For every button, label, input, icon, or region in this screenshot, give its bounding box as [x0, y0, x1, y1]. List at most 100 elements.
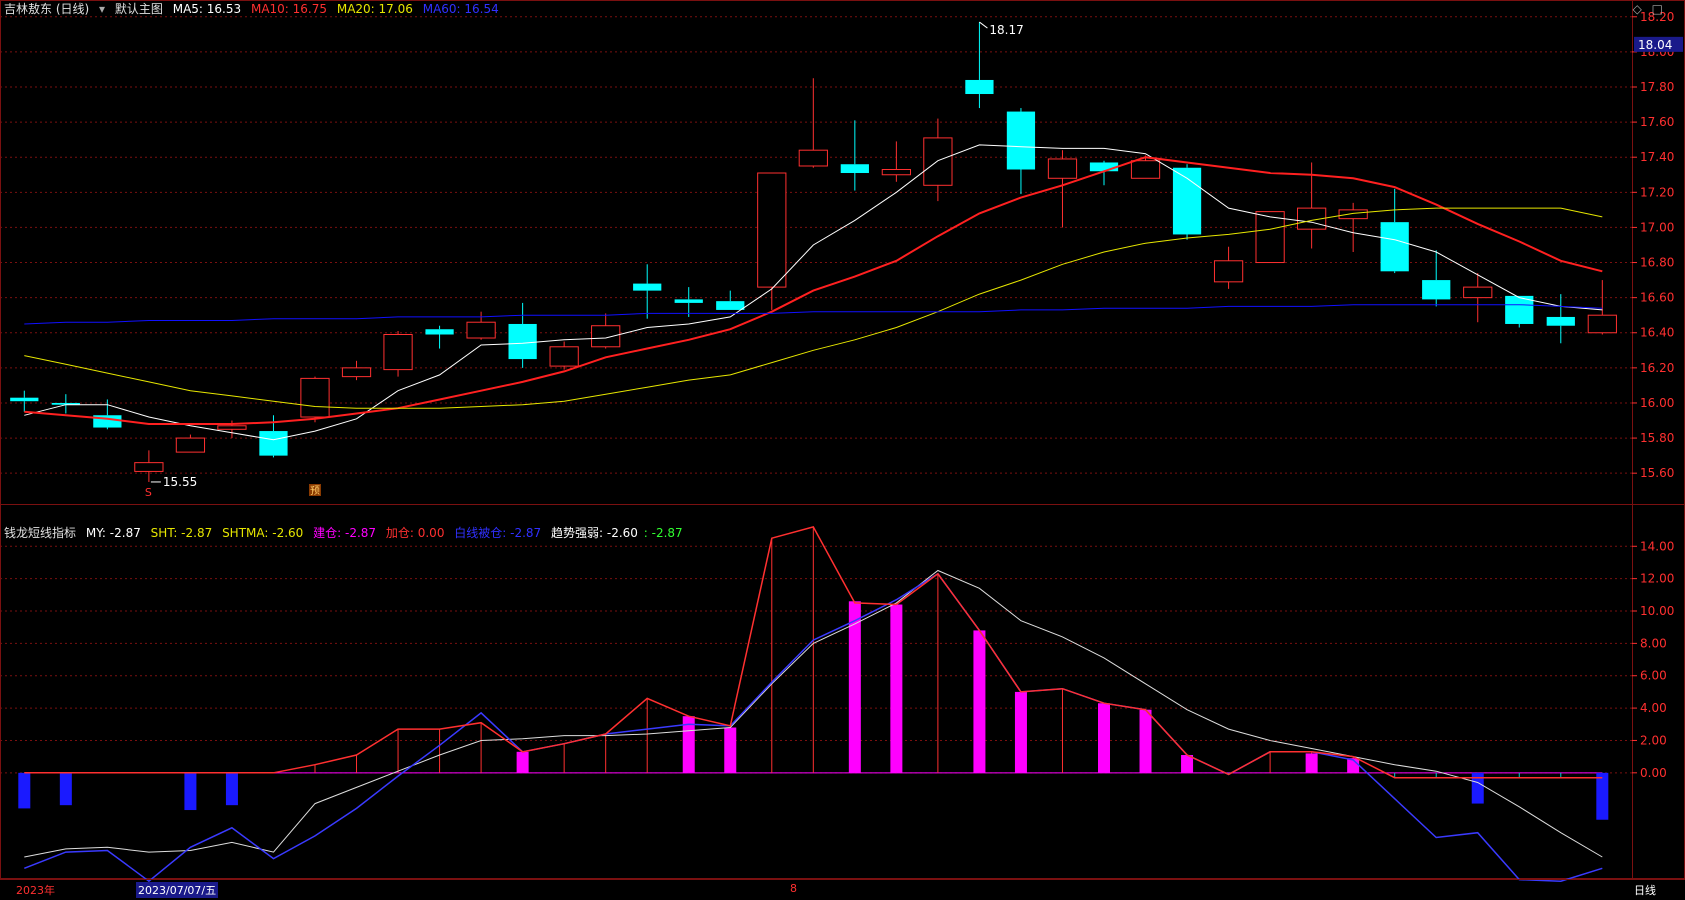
candle	[716, 290, 745, 310]
candle-body	[1255, 211, 1285, 264]
indicator-bar	[59, 772, 72, 806]
jiancang-value: 建仓: -2.87	[313, 526, 377, 540]
price-tick-label: 17.80	[1640, 80, 1674, 94]
year-label: 2023年	[16, 884, 55, 897]
candle	[175, 434, 206, 453]
candle-body	[1130, 160, 1161, 179]
candle-body	[1047, 158, 1078, 179]
candle-body	[674, 299, 703, 303]
indicator-bar	[1098, 703, 1110, 773]
candle-body	[217, 425, 247, 430]
ma-line-ma10	[24, 156, 1603, 425]
indicator-bar	[1305, 753, 1318, 773]
candle-body	[466, 321, 496, 339]
price-tick-label: 16.80	[1640, 256, 1674, 270]
candle	[591, 313, 621, 349]
indicator-header: 钱龙短线指标 MY: -2.87 SHT: -2.87 SHTMA: -2.60…	[4, 524, 689, 542]
candle	[840, 120, 869, 191]
ma-line-ma60	[24, 304, 1603, 325]
stock-name[interactable]: 吉林敖东 (日线)	[4, 2, 89, 16]
diamond-icon[interactable]: ◇	[1633, 2, 1642, 16]
candle-body	[341, 367, 372, 378]
candle	[51, 394, 80, 414]
indicator-grid	[0, 545, 1632, 774]
indicator-tick-label: 12.00	[1640, 572, 1674, 586]
candle	[300, 376, 330, 423]
my-value: MY: -2.87	[85, 526, 141, 540]
candle	[923, 118, 953, 202]
candle	[383, 330, 413, 377]
price-tick-label: 15.60	[1640, 466, 1674, 480]
price-tick-label: 16.00	[1640, 396, 1674, 410]
candle-body	[259, 431, 288, 456]
candle	[1213, 246, 1244, 289]
price-tick-label: 16.40	[1640, 326, 1674, 340]
indicator-bar	[1596, 772, 1609, 820]
indicator-tick-label: 0.00	[1640, 766, 1667, 780]
indicator-tick-label: 8.00	[1640, 636, 1667, 650]
chart-frame	[0, 0, 1685, 879]
candle-body	[633, 283, 662, 291]
current-price-value: 18.04	[1638, 38, 1672, 52]
indicator-bar	[724, 727, 737, 773]
candle-body	[134, 462, 164, 472]
candle	[341, 360, 372, 381]
bottom-bar: 2023年 2023/07/07/五 8 日线	[0, 879, 1685, 900]
candle	[1422, 250, 1451, 307]
indicator-bar	[184, 772, 197, 811]
bailang-value: 白线被仓: -2.87	[454, 526, 542, 540]
candle	[1546, 294, 1575, 344]
candle-body	[923, 137, 953, 186]
candle	[633, 264, 662, 319]
candle-body	[1463, 286, 1493, 299]
candle	[425, 325, 454, 349]
window-box-icon[interactable]: □	[1652, 2, 1663, 16]
signal-box-text: 预	[310, 485, 320, 497]
template-name[interactable]: 默认主图	[115, 2, 163, 16]
candles-layer	[10, 22, 1617, 482]
indicator-bar	[516, 751, 529, 773]
indicator-tick-label: 6.00	[1640, 669, 1667, 683]
candle-body	[1089, 162, 1119, 172]
price-tick-label: 17.00	[1640, 220, 1674, 234]
price-tick-label: 16.60	[1640, 291, 1674, 305]
high-price-pointer	[979, 21, 988, 29]
candle-body	[591, 325, 621, 348]
candle	[1338, 202, 1368, 252]
ma-line-ma5	[24, 144, 1603, 441]
candle	[674, 287, 703, 317]
sht-value: SHT: -2.87	[150, 526, 213, 540]
main-grid	[0, 0, 1685, 879]
ma10-value: MA10: 16.75	[250, 2, 328, 16]
ma20-value: MA20: 17.06	[336, 2, 413, 16]
main-header: 吉林敖东 (日线) ▾ 默认主图 MA5: 16.53 MA10: 16.75 …	[4, 0, 505, 18]
price-tick-label: 17.20	[1640, 185, 1674, 199]
chevron-down-icon[interactable]: ▾	[99, 2, 105, 16]
price-axis: 18.2018.0017.8017.6017.4017.2017.0016.80…	[1632, 10, 1674, 780]
candle-body	[383, 334, 413, 371]
stock-chart[interactable]: 18.2018.0017.8017.6017.4017.2017.0016.80…	[0, 0, 1685, 899]
indicator-tick-label: 4.00	[1640, 701, 1667, 715]
candle	[881, 141, 911, 182]
candle-body	[798, 149, 828, 167]
candle-body	[1546, 316, 1575, 326]
candle	[1505, 295, 1534, 328]
price-tick-label: 17.60	[1640, 115, 1674, 129]
candle-body	[508, 323, 537, 360]
candle	[1089, 160, 1119, 186]
price-tick-label: 16.20	[1640, 361, 1674, 375]
candle-body	[425, 329, 454, 335]
price-tick-label: 17.40	[1640, 150, 1674, 164]
candle-body	[881, 168, 911, 176]
candle-body	[757, 172, 787, 288]
ma-line-ma20	[24, 207, 1603, 409]
signal-s-marker: S	[145, 486, 152, 499]
period-label[interactable]: 日线	[1634, 882, 1656, 898]
indicator-bar	[890, 604, 903, 773]
ma60-value: MA60: 16.54	[422, 2, 499, 16]
high-price-label: 18.17	[989, 23, 1023, 37]
candle-body	[175, 437, 206, 453]
indicator-bar	[18, 772, 31, 809]
indicator-name[interactable]: 钱龙短线指标	[4, 526, 76, 540]
low-price-label: 15.55	[163, 475, 197, 489]
